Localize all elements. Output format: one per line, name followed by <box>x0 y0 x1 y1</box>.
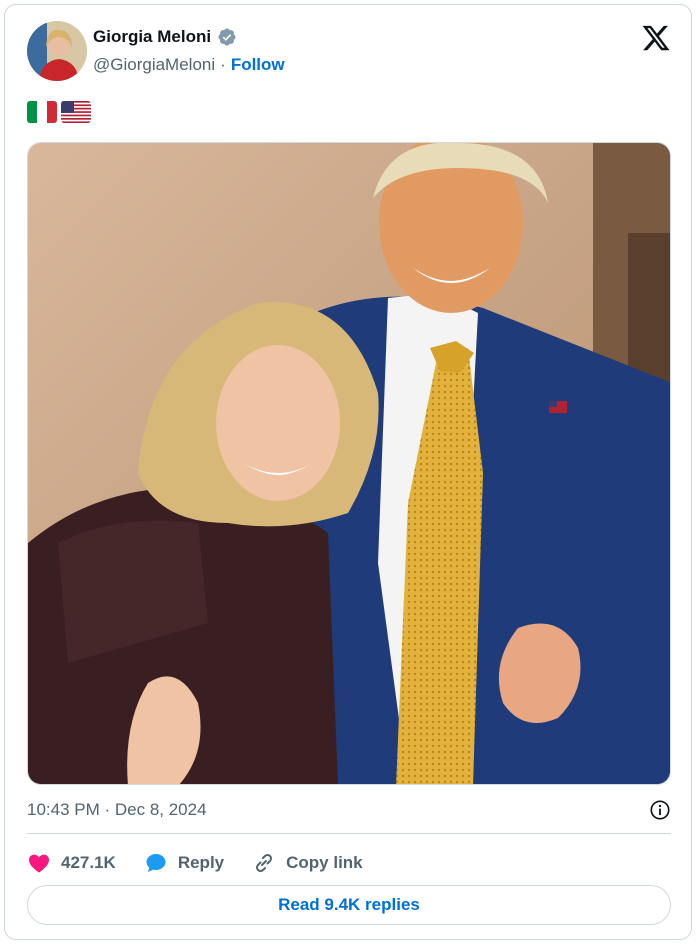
post-timestamp[interactable]: 10:43 PM · Dec 8, 2024 <box>27 800 207 820</box>
read-replies-label: Read 9.4K replies <box>278 895 420 914</box>
link-icon <box>256 853 273 873</box>
copy-link-label: Copy link <box>286 853 363 872</box>
like-button[interactable]: 427.1K <box>27 851 116 875</box>
usa-flag-icon <box>61 101 91 123</box>
italy-flag-icon <box>27 101 57 123</box>
avatar[interactable] <box>27 21 87 81</box>
author-handle[interactable]: @GiorgiaMeloni <box>93 55 215 75</box>
post-photo[interactable] <box>27 142 671 785</box>
like-count: 427.1K <box>61 853 116 872</box>
reply-label: Reply <box>177 853 225 872</box>
heart-icon <box>29 854 49 873</box>
copy-link-button[interactable]: Copy link <box>252 851 363 875</box>
handle-separator: · <box>220 55 226 74</box>
info-icon[interactable] <box>649 799 671 821</box>
x-logo-icon[interactable] <box>641 23 671 53</box>
read-replies-button[interactable]: Read 9.4K replies <box>27 885 671 925</box>
divider <box>27 833 671 834</box>
reply-bubble-icon <box>146 854 166 872</box>
reply-button[interactable]: Reply <box>144 851 224 875</box>
follow-button[interactable]: Follow <box>231 55 285 75</box>
photo-illustration <box>28 143 670 784</box>
tweet-embed-card: Giorgia Meloni @GiorgiaMeloni · Follow 1… <box>4 4 692 940</box>
author-name[interactable]: Giorgia Meloni <box>93 27 211 47</box>
verified-badge-icon <box>218 28 236 46</box>
